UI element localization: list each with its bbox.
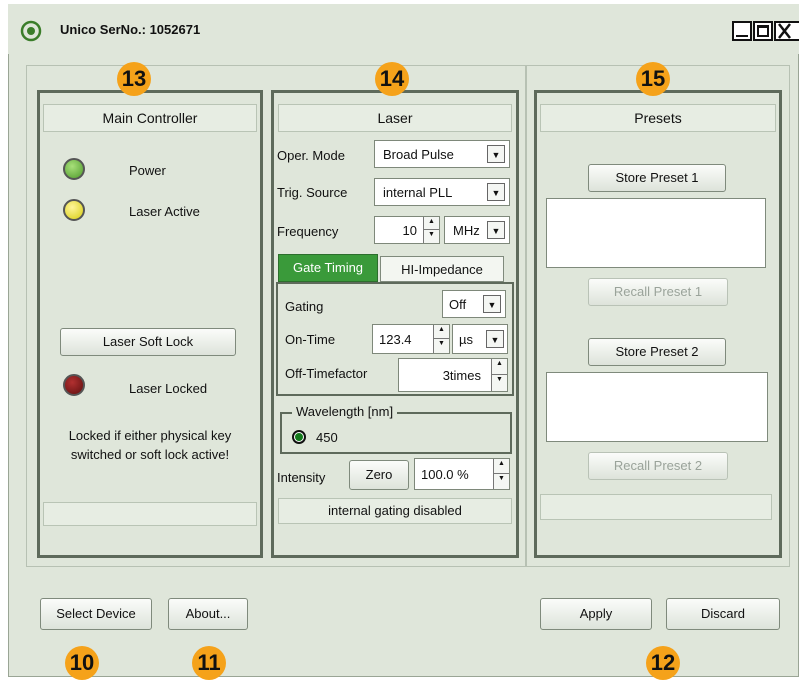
off-timefactor-label: Off-Timefactor <box>285 366 368 381</box>
select-device-button[interactable]: Select Device <box>40 598 152 630</box>
tab-hi-impedance[interactable]: HI-Impedance <box>380 256 504 282</box>
on-time-label: On-Time <box>285 332 336 347</box>
oper-mode-label: Oper. Mode <box>277 148 345 163</box>
main-controller-title: Main Controller <box>43 104 257 132</box>
gating-value: Off <box>449 297 467 312</box>
laser-locked-label: Laser Locked <box>129 381 208 396</box>
store-preset-1-button[interactable]: Store Preset 1 <box>588 164 726 192</box>
chevron-down-icon: ▼ <box>487 183 505 201</box>
store-preset-2-button[interactable]: Store Preset 2 <box>588 338 726 366</box>
laser-status: internal gating disabled <box>278 498 512 524</box>
badge-14: 14 <box>375 62 409 96</box>
spin-arrows-icon[interactable]: ▲ ▼ <box>493 459 509 489</box>
laser-active-label: Laser Active <box>129 204 200 219</box>
zero-button[interactable]: Zero <box>349 460 409 490</box>
laser-active-led <box>63 199 85 221</box>
tab-gate-timing[interactable]: Gate Timing <box>278 254 378 282</box>
frequency-unit-dropdown[interactable]: MHz ▼ <box>444 216 510 244</box>
app-logo-icon <box>20 20 42 42</box>
trig-source-label: Trig. Source <box>277 185 348 200</box>
badge-15: 15 <box>636 62 670 96</box>
intensity-spinner[interactable]: 100.0 % ▲ ▼ <box>414 458 510 490</box>
about-button[interactable]: About... <box>168 598 248 630</box>
title-bar: Unico SerNo.: 1052671 <box>8 4 799 54</box>
spin-arrows-icon[interactable]: ▲ ▼ <box>433 325 449 353</box>
on-time-unit-value: µs <box>459 332 473 347</box>
on-time-spinner[interactable]: 123.4 ▲ ▼ <box>372 324 450 354</box>
chevron-down-icon: ▼ <box>486 330 504 348</box>
oper-mode-value: Broad Pulse <box>383 147 454 162</box>
power-led <box>63 158 85 180</box>
minimize-button[interactable] <box>732 21 752 41</box>
on-time-unit-dropdown[interactable]: µs ▼ <box>452 324 508 354</box>
frequency-value: 10 <box>402 223 417 238</box>
presets-status <box>540 494 772 520</box>
preset-1-box <box>546 198 766 268</box>
wavelength-radio[interactable] <box>292 430 306 444</box>
maximize-button[interactable] <box>753 21 773 41</box>
presets-title: Presets <box>540 104 776 132</box>
lock-note: Locked if either physical key switched o… <box>68 428 232 462</box>
window-title: Unico SerNo.: 1052671 <box>60 22 201 37</box>
intensity-label: Intensity <box>277 470 326 485</box>
laser-soft-lock-button[interactable]: Laser Soft Lock <box>60 328 236 356</box>
oper-mode-dropdown[interactable]: Broad Pulse ▼ <box>374 140 510 168</box>
gating-dropdown[interactable]: Off ▼ <box>442 290 506 318</box>
badge-13: 13 <box>117 62 151 96</box>
wavelength-value: 450 <box>316 430 338 445</box>
laser-title: Laser <box>278 104 512 132</box>
intensity-value: 100.0 % <box>421 467 469 482</box>
chevron-down-icon: ▼ <box>487 145 505 163</box>
close-button[interactable] <box>774 21 799 41</box>
badge-10: 10 <box>65 646 99 680</box>
discard-button[interactable]: Discard <box>666 598 780 630</box>
apply-button[interactable]: Apply <box>540 598 652 630</box>
trig-source-dropdown[interactable]: internal PLL ▼ <box>374 178 510 206</box>
preset-2-box <box>546 372 768 442</box>
gating-label: Gating <box>285 299 324 314</box>
trig-source-value: internal PLL <box>383 185 453 200</box>
spin-arrows-icon[interactable]: ▲ ▼ <box>423 217 439 243</box>
wavelength-title: Wavelength [nm] <box>292 404 398 419</box>
power-label: Power <box>129 163 166 178</box>
off-timefactor-value: 3times <box>442 368 481 383</box>
frequency-label: Frequency <box>277 224 339 239</box>
presets-group <box>534 90 782 558</box>
badge-12: 12 <box>646 646 680 680</box>
frequency-unit-value: MHz <box>453 223 480 238</box>
recall-preset-2-button[interactable]: Recall Preset 2 <box>588 452 728 480</box>
main-controller-status <box>43 502 257 526</box>
chevron-down-icon: ▼ <box>487 221 505 239</box>
frequency-spinner[interactable]: 10 ▲ ▼ <box>374 216 440 244</box>
badge-11: 11 <box>192 646 226 680</box>
on-time-value: 123.4 <box>379 332 412 347</box>
laser-locked-led <box>63 374 85 396</box>
off-timefactor-spinner[interactable]: 3times ▲ ▼ <box>398 358 508 392</box>
spin-arrows-icon[interactable]: ▲ ▼ <box>491 359 507 391</box>
recall-preset-1-button[interactable]: Recall Preset 1 <box>588 278 728 306</box>
chevron-down-icon: ▼ <box>483 295 501 313</box>
